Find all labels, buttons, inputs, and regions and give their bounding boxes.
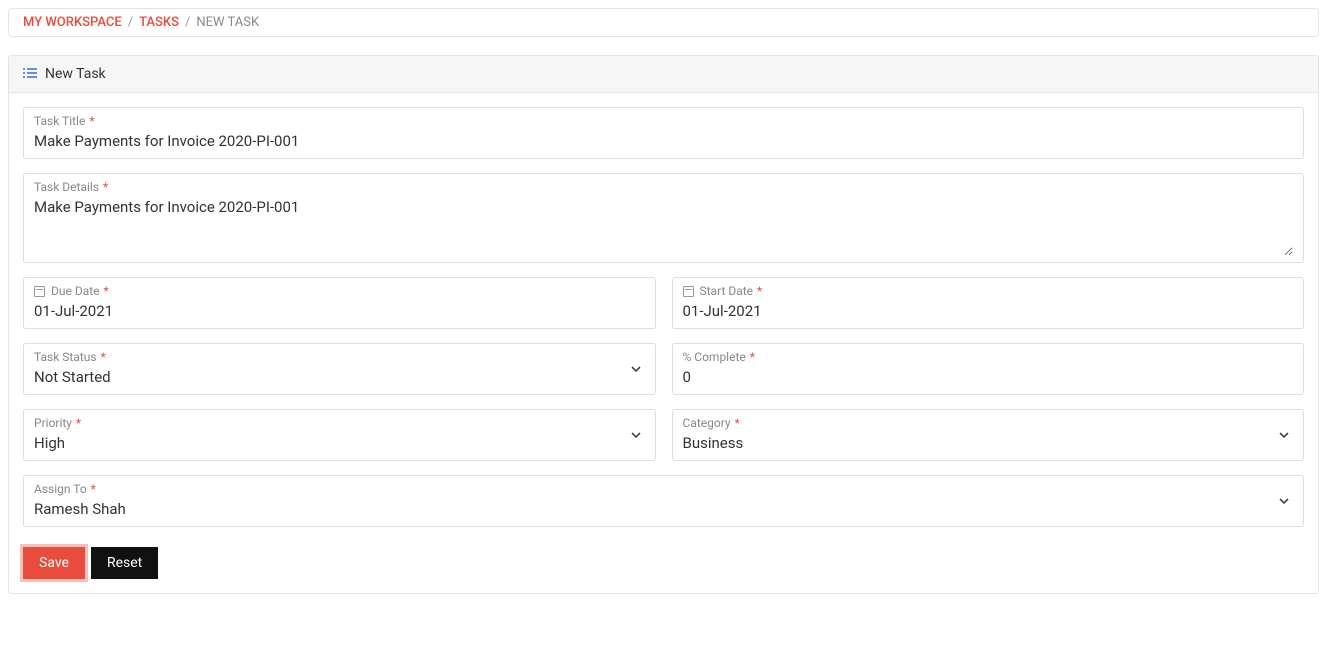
task-details-input[interactable] [34, 196, 1293, 256]
task-details-field-wrapper: Task Details* [23, 173, 1304, 263]
breadcrumb-separator: / [128, 15, 133, 30]
priority-select[interactable]: Priority* [23, 409, 656, 461]
category-value [683, 432, 1270, 454]
panel-header: New Task [9, 56, 1318, 93]
assign-to-value [34, 498, 1269, 520]
due-date-label: Due Date* [34, 284, 645, 298]
breadcrumb-separator: / [185, 15, 190, 30]
task-title-field-wrapper: Task Title* [23, 107, 1304, 159]
due-date-field-wrapper: Due Date* [23, 277, 656, 329]
category-select[interactable]: Category* [672, 409, 1305, 461]
percent-complete-field-wrapper: % Complete* [672, 343, 1305, 395]
task-status-value [34, 366, 621, 388]
list-icon [23, 67, 37, 82]
calendar-icon [683, 286, 694, 297]
priority-value [34, 432, 621, 454]
form-body: Task Title* Task Details* [9, 93, 1318, 593]
chevron-down-icon [629, 362, 643, 376]
form-actions: Save Reset [23, 547, 1304, 579]
priority-label: Priority* [34, 416, 621, 430]
reset-button[interactable]: Reset [91, 547, 158, 579]
task-status-label: Task Status* [34, 350, 621, 364]
chevron-down-icon [1277, 428, 1291, 442]
percent-complete-input[interactable] [683, 366, 1294, 388]
new-task-panel: New Task Task Title* Task Details* [8, 55, 1319, 594]
task-title-input[interactable] [34, 130, 1293, 152]
task-details-label: Task Details* [34, 180, 1293, 194]
percent-complete-label: % Complete* [683, 350, 1294, 364]
due-date-input[interactable] [34, 300, 645, 322]
panel-title: New Task [45, 66, 106, 82]
task-title-label: Task Title* [34, 114, 1293, 128]
start-date-label: Start Date* [683, 284, 1294, 298]
breadcrumb-tasks[interactable]: TASKS [139, 15, 179, 30]
start-date-field-wrapper: Start Date* [672, 277, 1305, 329]
category-label: Category* [683, 416, 1270, 430]
task-status-select[interactable]: Task Status* [23, 343, 656, 395]
chevron-down-icon [1277, 494, 1291, 508]
breadcrumb: MY WORKSPACE / TASKS / NEW TASK [8, 8, 1319, 37]
save-button[interactable]: Save [23, 547, 85, 579]
assign-to-select[interactable]: Assign To* [23, 475, 1304, 527]
breadcrumb-current: NEW TASK [196, 15, 259, 30]
assign-to-label: Assign To* [34, 482, 1269, 496]
chevron-down-icon [629, 428, 643, 442]
start-date-input[interactable] [683, 300, 1294, 322]
calendar-icon [34, 286, 45, 297]
breadcrumb-my-workspace[interactable]: MY WORKSPACE [23, 15, 122, 30]
